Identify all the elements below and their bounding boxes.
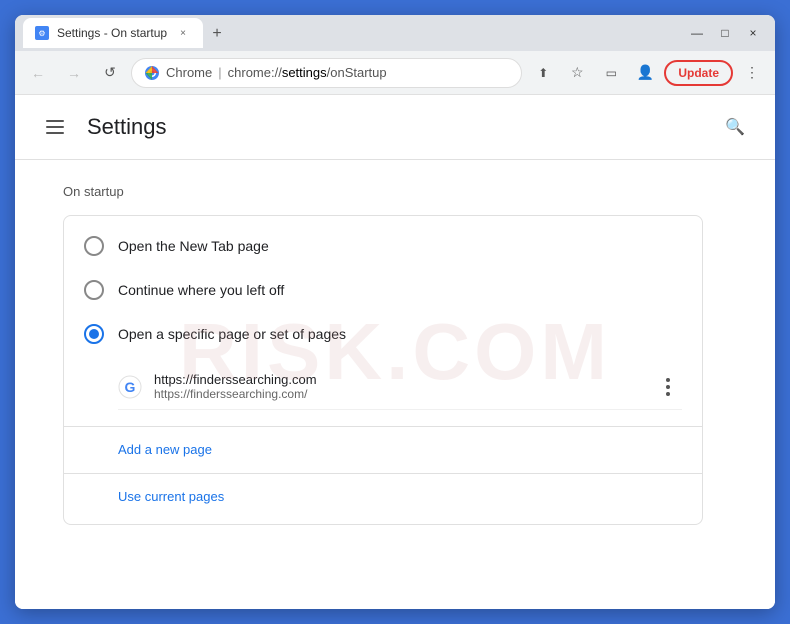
option-specific[interactable]: Open a specific page or set of pages [64,312,702,356]
tab-title: Settings - On startup [57,26,167,40]
address-bar[interactable]: Chrome | chrome://settings/onStartup [131,58,522,88]
startup-page-item: G https://finderssearching.com https://f… [118,364,682,410]
google-g-icon: G [118,375,142,399]
page-title: Settings [87,114,167,140]
active-tab[interactable]: ⚙ Settings - On startup × [23,18,203,48]
tab-favicon: ⚙ [35,26,49,40]
chrome-menu-button[interactable]: ⋮ [737,58,767,88]
option-new-tab[interactable]: Open the New Tab page [64,224,702,268]
chrome-menu-icon: ⋮ [745,64,759,81]
profile-button[interactable]: 👤 [630,58,660,88]
settings-search-button[interactable]: 🔍 [719,111,751,143]
hamburger-line-2 [46,126,64,128]
back-icon: ← [31,65,45,81]
nav-bar: ← → ↺ Chrome | chrome://settings/onStart… [15,51,775,95]
tab-close-button[interactable]: × [175,25,191,41]
close-button[interactable]: × [739,19,767,47]
radio-inner-dot [89,329,99,339]
radio-specific [84,324,104,344]
address-separator: | [218,65,221,80]
title-bar: ⚙ Settings - On startup × + — □ × [15,15,775,51]
dot-1 [666,378,670,382]
share-button[interactable]: ⬆ [528,58,558,88]
option-continue-label: Continue where you left off [118,282,284,298]
use-current-row: Use current pages [64,478,702,516]
tab-bar: ⚙ Settings - On startup × + [23,18,679,48]
option-new-tab-label: Open the New Tab page [118,238,269,254]
settings-header: Settings 🔍 [15,95,775,160]
forward-icon: → [67,65,81,81]
window-controls: — □ × [683,19,767,47]
search-icon: 🔍 [725,117,745,137]
page-info: https://finderssearching.com https://fin… [154,372,642,401]
profile-icon: 👤 [637,64,654,81]
settings-main: On startup Open the New Tab page Continu… [15,160,775,549]
browser-window: ⚙ Settings - On startup × + — □ × ← → ↺ [15,15,775,609]
maximize-button[interactable]: □ [711,19,739,47]
new-tab-button[interactable]: + [203,20,231,48]
bookmark-button[interactable]: ☆ [562,58,592,88]
chrome-logo-icon [144,65,160,81]
hamburger-menu-button[interactable] [39,111,71,143]
section-title: On startup [63,184,727,199]
refresh-icon: ↺ [104,64,116,81]
address-url: chrome://settings/onStartup [228,65,387,80]
update-button[interactable]: Update [664,60,733,86]
hamburger-line-3 [46,132,64,134]
refresh-button[interactable]: ↺ [95,58,125,88]
minimize-button[interactable]: — [683,19,711,47]
divider-1 [64,426,702,427]
radio-new-tab [84,236,104,256]
page-content: RISK.COM Settings 🔍 On startup Open the … [15,95,775,609]
option-continue[interactable]: Continue where you left off [64,268,702,312]
dot-2 [666,385,670,389]
startup-page-title: https://finderssearching.com [154,372,642,387]
sidebar-button[interactable]: ▭ [596,58,626,88]
dot-3 [666,392,670,396]
option-specific-label: Open a specific page or set of pages [118,326,346,342]
radio-continue [84,280,104,300]
forward-button[interactable]: → [59,58,89,88]
share-icon: ⬆ [538,66,548,80]
startup-pages-section: G https://finderssearching.com https://f… [64,356,702,422]
address-brand: Chrome [166,65,212,80]
back-button[interactable]: ← [23,58,53,88]
hamburger-line-1 [46,120,64,122]
divider-2 [64,473,702,474]
nav-actions: ⬆ ☆ ▭ 👤 Update ⋮ [528,58,767,88]
svg-text:G: G [125,379,136,395]
use-current-pages-link[interactable]: Use current pages [118,489,224,504]
options-card: Open the New Tab page Continue where you… [63,215,703,525]
add-page-link[interactable]: Add a new page [118,442,212,457]
startup-page-subtitle: https://finderssearching.com/ [154,387,642,401]
bookmark-icon: ☆ [571,64,584,81]
page-options-button[interactable] [654,373,682,401]
sidebar-icon: ▭ [606,66,617,80]
add-page-row: Add a new page [64,431,702,469]
